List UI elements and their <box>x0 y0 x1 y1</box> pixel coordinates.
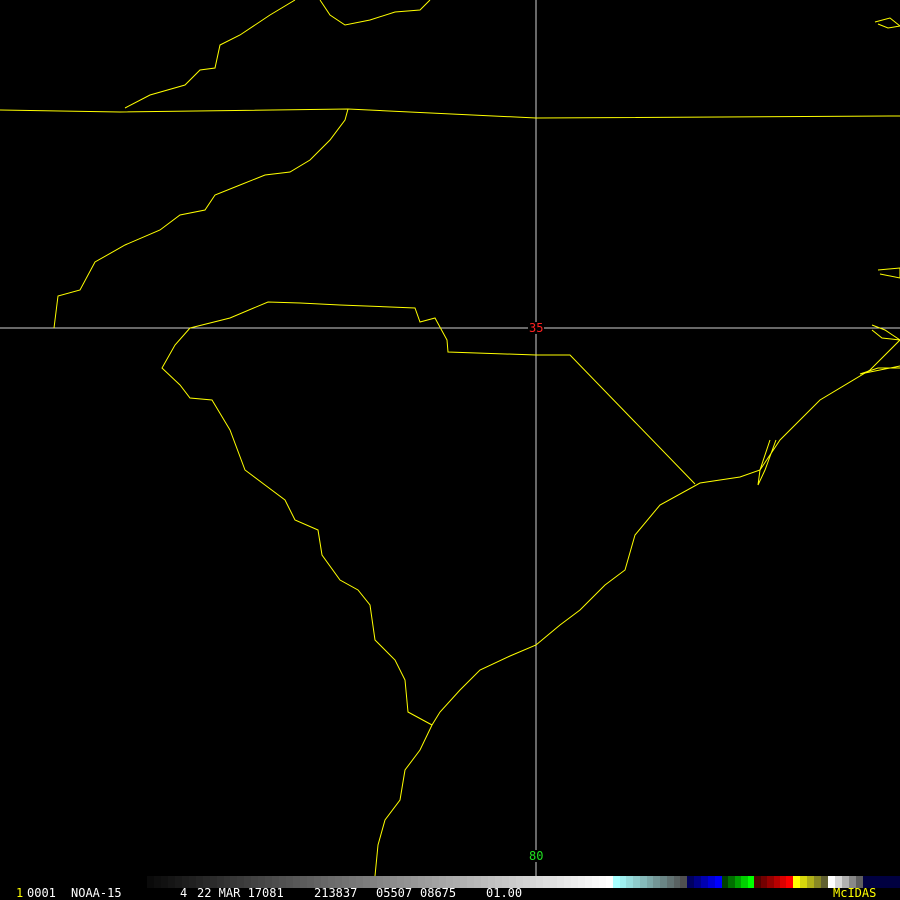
longitude-label: 80 <box>528 849 545 863</box>
sound-edge-north <box>874 17 900 29</box>
element-resolution: 08675 <box>420 886 457 900</box>
frame-number: 1 <box>16 886 24 900</box>
status-bar: 1 0001 NOAA-15 4 22 MAR 17081 213837 05507 0867… <box>0 887 900 900</box>
mcidas-brand: McIDAS <box>833 886 877 900</box>
sound-edge-mid <box>877 267 900 279</box>
va-upper-boundary <box>319 0 431 26</box>
line-resolution: 05507 <box>376 886 413 900</box>
magnification: 01.00 <box>486 886 523 900</box>
image-time: 213837 <box>314 886 358 900</box>
latitude-label: 35 <box>528 321 545 335</box>
band-number: 4 <box>180 886 188 900</box>
image-id: 0001 <box>27 886 56 900</box>
atlantic-coastline <box>374 339 900 877</box>
nc-sc-border <box>189 301 696 485</box>
satellite-image-frame: 35 80 1 0001 NOAA-15 4 22 MAR 17081 213837 055… <box>0 0 900 900</box>
va-nc-border <box>0 108 900 119</box>
nc-coast-islands <box>757 439 777 486</box>
outer-banks <box>859 365 900 375</box>
image-date: 22 MAR 17081 <box>197 886 284 900</box>
sc-ga-border <box>161 327 433 726</box>
virginia-western-border <box>124 0 296 109</box>
sound-edge-south <box>871 324 900 341</box>
satellite-name: NOAA-15 <box>71 886 122 900</box>
map-overlay <box>0 0 900 889</box>
nc-tn-border <box>53 108 349 329</box>
